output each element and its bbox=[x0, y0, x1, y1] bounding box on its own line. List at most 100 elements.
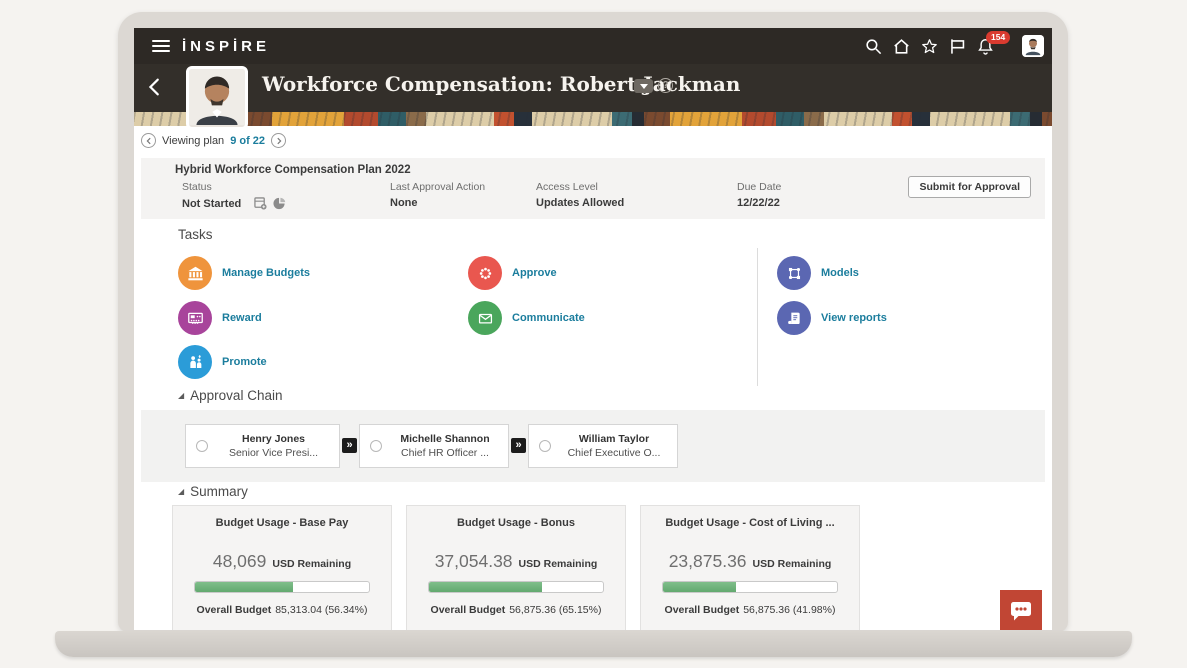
approver-title: Chief Executive O... bbox=[561, 447, 667, 459]
notifications[interactable]: 154 bbox=[976, 37, 995, 56]
task-promote[interactable]: Promote bbox=[178, 345, 267, 379]
decorative-banner bbox=[134, 112, 1052, 126]
task-models[interactable]: Models bbox=[777, 256, 859, 290]
plan-summary-panel: Hybrid Workforce Compensation Plan 2022 … bbox=[141, 158, 1045, 219]
main-content: Viewing plan 9 of 22 Hybrid Workforce Co… bbox=[134, 126, 1052, 630]
status-field: Status Not Started bbox=[182, 181, 286, 210]
brand-logo: İNSPİRE bbox=[182, 38, 270, 55]
task-approve[interactable]: Approve bbox=[468, 256, 557, 290]
section-expand-icon[interactable]: ◢ bbox=[178, 392, 184, 400]
worksheet-icon[interactable] bbox=[254, 197, 267, 210]
access-level-label: Access Level bbox=[536, 181, 624, 193]
approver-card[interactable]: William Taylor Chief Executive O... bbox=[528, 424, 678, 468]
envelope-icon bbox=[468, 301, 502, 335]
help-icon[interactable]: ? bbox=[658, 78, 673, 93]
overall-budget-label: Overall Budget bbox=[197, 604, 272, 616]
approval-chain-section-title: ◢ Approval Chain bbox=[178, 388, 282, 403]
tasks-divider bbox=[757, 248, 758, 386]
remaining-unit-label: USD Remaining bbox=[272, 558, 351, 570]
tasks-section-title: Tasks bbox=[178, 227, 213, 242]
remaining-unit-label: USD Remaining bbox=[519, 558, 598, 570]
approval-chain-title-text: Approval Chain bbox=[190, 388, 282, 403]
laptop-base bbox=[55, 631, 1132, 657]
task-label: Approve bbox=[512, 267, 557, 279]
budget-progress-bar bbox=[428, 581, 604, 593]
task-manage-budgets[interactable]: Manage Budgets bbox=[178, 256, 310, 290]
due-date-label: Due Date bbox=[737, 181, 781, 193]
summary-section-title: ◢ Summary bbox=[178, 484, 248, 499]
next-plan-icon[interactable] bbox=[271, 133, 286, 148]
approver-name: Michelle Shannon bbox=[392, 433, 498, 445]
task-communicate[interactable]: Communicate bbox=[468, 301, 585, 335]
promote-people-icon bbox=[178, 345, 212, 379]
task-label: View reports bbox=[821, 312, 887, 324]
approver-name: William Taylor bbox=[561, 433, 667, 445]
previous-plan-icon[interactable] bbox=[141, 133, 156, 148]
video-icon[interactable] bbox=[634, 79, 653, 93]
approver-title: Chief HR Officer ... bbox=[392, 447, 498, 459]
budget-progress-bar bbox=[662, 581, 838, 593]
notification-badge: 154 bbox=[986, 31, 1010, 44]
access-level-field: Access Level Updates Allowed bbox=[536, 181, 624, 209]
access-level-value: Updates Allowed bbox=[536, 197, 624, 209]
remaining-amount: 37,054.38 bbox=[435, 551, 513, 572]
budget-progress-bar bbox=[194, 581, 370, 593]
chat-bubble-icon bbox=[1008, 598, 1034, 624]
flag-icon[interactable] bbox=[948, 37, 967, 56]
approver-title: Senior Vice Presi... bbox=[218, 447, 329, 459]
task-label: Promote bbox=[222, 356, 267, 368]
double-chevron-icon[interactable]: » bbox=[342, 438, 357, 453]
pie-chart-icon[interactable] bbox=[273, 197, 286, 210]
page-background: İNSPİRE bbox=[0, 0, 1187, 668]
plan-name: Hybrid Workforce Compensation Plan 2022 bbox=[175, 164, 411, 176]
approver-status-icon bbox=[370, 440, 382, 452]
budget-card-bonus: Budget Usage - Bonus 37,054.38 USD Remai… bbox=[406, 505, 626, 630]
favorites-star-icon[interactable] bbox=[920, 37, 939, 56]
submit-for-approval-button[interactable]: Submit for Approval bbox=[908, 176, 1031, 198]
last-approval-label: Last Approval Action bbox=[390, 181, 485, 193]
remaining-amount: 48,069 bbox=[213, 551, 267, 572]
last-approval-field: Last Approval Action None bbox=[390, 181, 485, 209]
budget-card-cost-of-living: Budget Usage - Cost of Living ... 23,875… bbox=[640, 505, 860, 630]
overall-budget-value: 56,875.36 (65.15%) bbox=[509, 604, 601, 616]
task-reward[interactable]: Reward bbox=[178, 301, 262, 335]
viewing-plan-label: Viewing plan bbox=[162, 135, 224, 147]
approver-name: Henry Jones bbox=[218, 433, 329, 445]
section-expand-icon[interactable]: ◢ bbox=[178, 488, 184, 496]
approval-chain-panel: Henry Jones Senior Vice Presi... » Miche… bbox=[141, 410, 1045, 482]
summary-title-text: Summary bbox=[190, 484, 248, 499]
back-arrow-icon[interactable] bbox=[144, 76, 166, 100]
remaining-unit-label: USD Remaining bbox=[753, 558, 832, 570]
task-label: Manage Budgets bbox=[222, 267, 310, 279]
status-value: Not Started bbox=[182, 198, 241, 210]
approver-status-icon bbox=[196, 440, 208, 452]
global-actions: 154 bbox=[864, 35, 1044, 57]
approver-card[interactable]: Henry Jones Senior Vice Presi... bbox=[185, 424, 340, 468]
budget-card-title: Budget Usage - Base Pay bbox=[173, 517, 391, 529]
task-view-reports[interactable]: View reports bbox=[777, 301, 887, 335]
budget-card-base-pay: Budget Usage - Base Pay 48,069 USD Remai… bbox=[172, 505, 392, 630]
tasks-title-text: Tasks bbox=[178, 227, 213, 242]
chat-button[interactable] bbox=[1000, 590, 1042, 630]
laptop-frame: İNSPİRE bbox=[118, 12, 1068, 632]
last-approval-value: None bbox=[390, 197, 485, 209]
search-icon[interactable] bbox=[864, 37, 883, 56]
overall-budget-value: 85,313.04 (56.34%) bbox=[275, 604, 367, 616]
user-avatar[interactable] bbox=[1022, 35, 1044, 57]
overall-budget-label: Overall Budget bbox=[431, 604, 506, 616]
reward-board-icon bbox=[178, 301, 212, 335]
menu-icon[interactable] bbox=[152, 37, 170, 55]
plan-navigator: Viewing plan 9 of 22 bbox=[141, 133, 286, 148]
overall-budget-label: Overall Budget bbox=[665, 604, 740, 616]
task-label: Models bbox=[821, 267, 859, 279]
budget-card-title: Budget Usage - Bonus bbox=[407, 517, 625, 529]
remaining-amount: 23,875.36 bbox=[669, 551, 747, 572]
status-label: Status bbox=[182, 181, 286, 193]
double-chevron-icon[interactable]: » bbox=[511, 438, 526, 453]
approver-status-icon bbox=[539, 440, 551, 452]
bank-icon bbox=[178, 256, 212, 290]
task-label: Communicate bbox=[512, 312, 585, 324]
approver-card[interactable]: Michelle Shannon Chief HR Officer ... bbox=[359, 424, 509, 468]
home-icon[interactable] bbox=[892, 37, 911, 56]
due-date-value: 12/22/22 bbox=[737, 197, 781, 209]
